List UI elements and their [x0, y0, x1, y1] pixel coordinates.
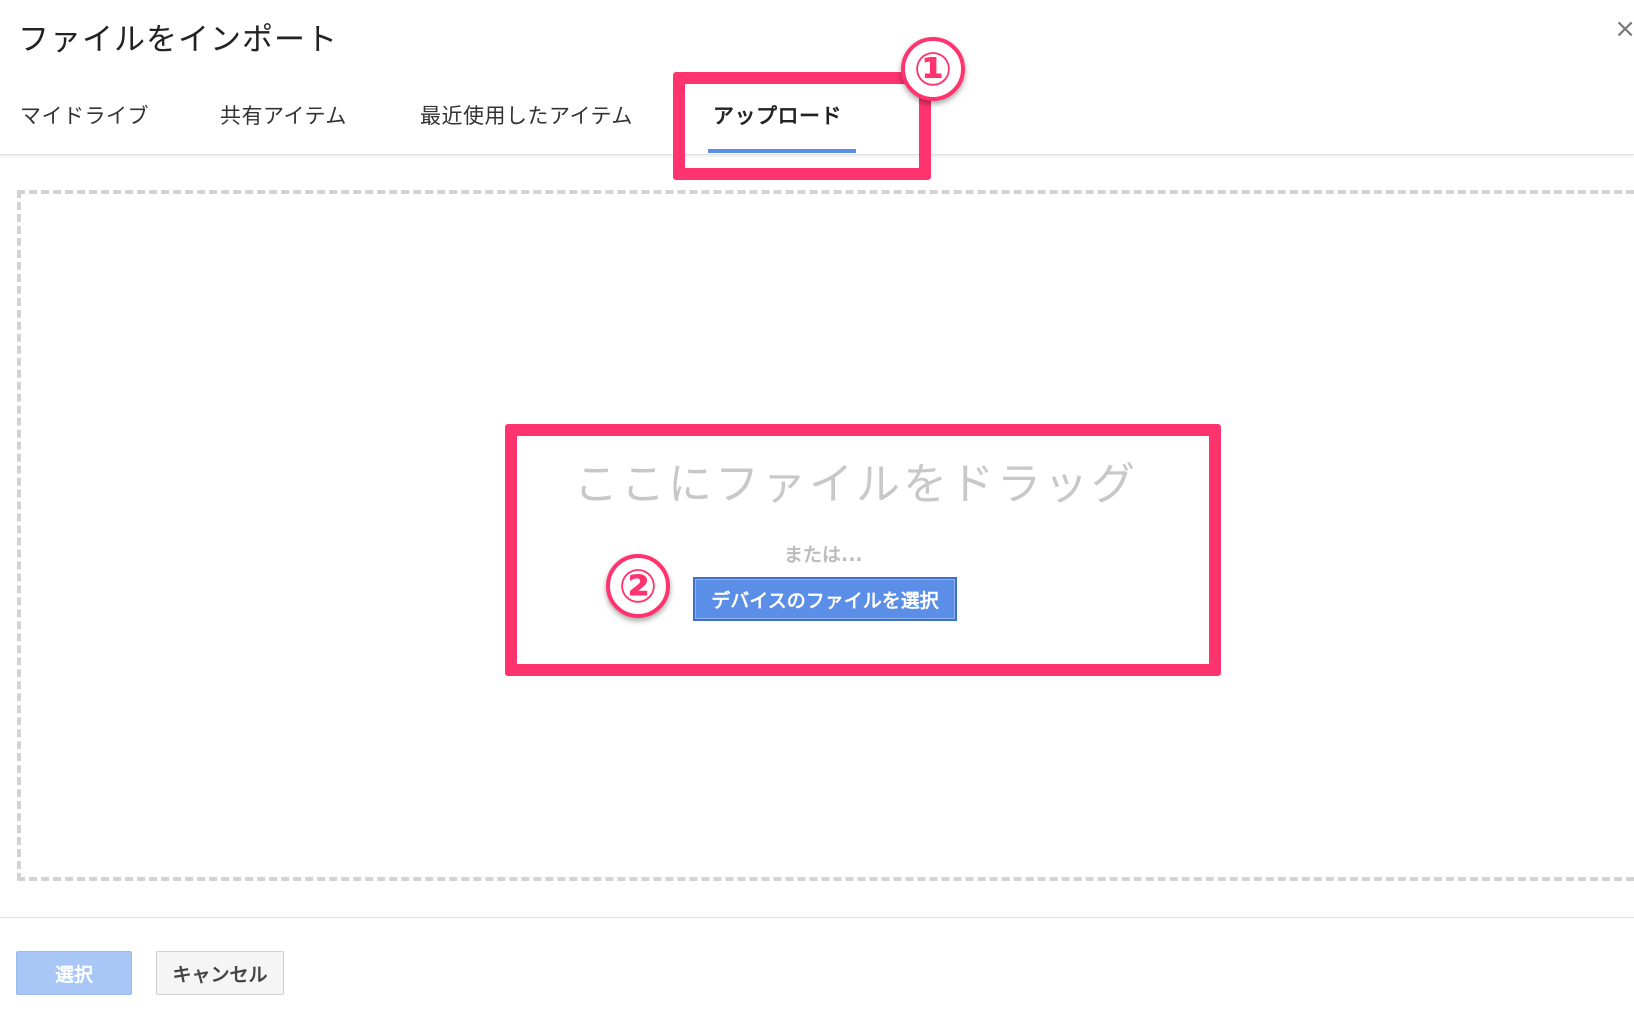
tab-shared-items[interactable]: 共有アイテム: [220, 100, 347, 130]
select-button[interactable]: 選択: [16, 951, 132, 995]
import-file-dialog: ファイルをインポート × マイドライブ 共有アイテム 最近使用したアイテム アッ…: [0, 0, 1634, 1022]
annotation-highlight-upload-area: [505, 424, 1221, 676]
tab-recent-items[interactable]: 最近使用したアイテム: [420, 100, 633, 130]
annotation-highlight-upload-tab: [673, 72, 931, 180]
close-icon[interactable]: ×: [1614, 16, 1634, 42]
footer-divider: [0, 917, 1634, 918]
annotation-badge-1: ①: [901, 37, 965, 101]
cancel-button[interactable]: キャンセル: [156, 951, 284, 995]
dialog-title: ファイルをインポート: [18, 22, 338, 58]
annotation-badge-2: ②: [606, 554, 670, 618]
tab-my-drive[interactable]: マイドライブ: [20, 100, 149, 130]
